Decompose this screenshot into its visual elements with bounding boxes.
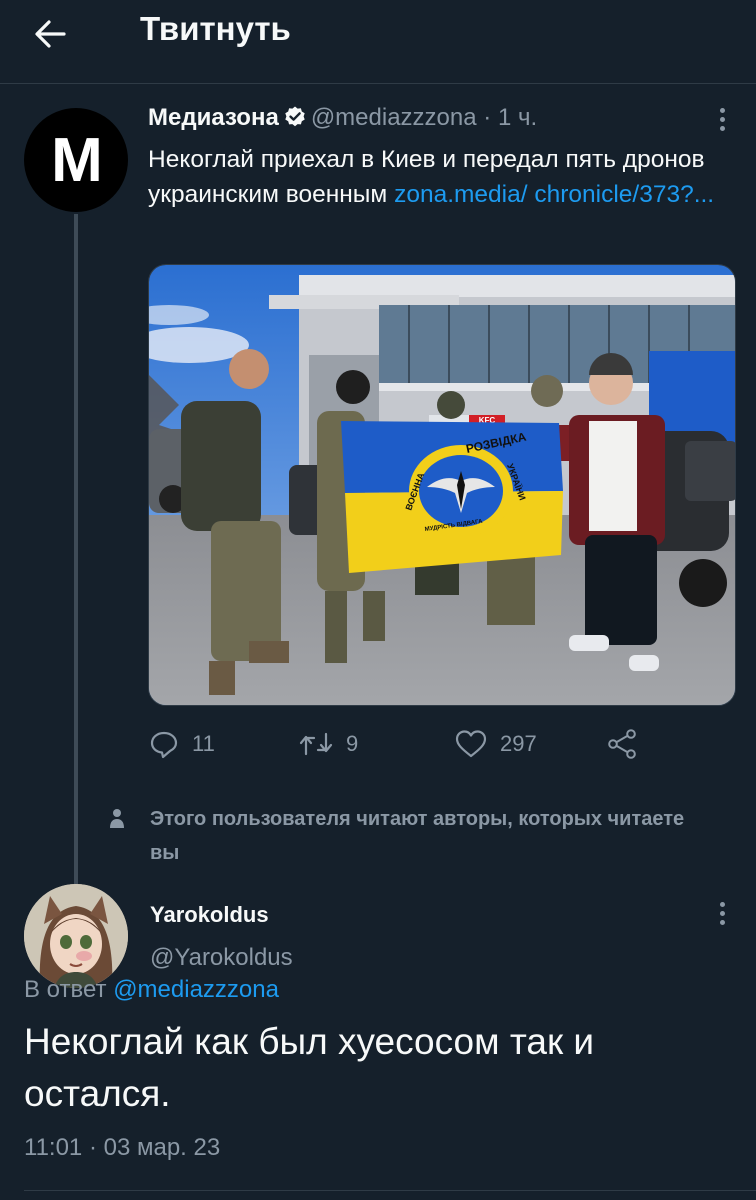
in-reply-to: В ответ @mediazzzona [24, 976, 279, 1004]
reply-author-handle[interactable]: @Yarokoldus [150, 944, 293, 972]
reply-author-name[interactable]: Yarokoldus [150, 902, 269, 928]
retweet-button[interactable]: 9 [298, 726, 358, 762]
reply-tweet-text: Некоглай как был хуесосом так и остался. [24, 1021, 595, 1114]
back-button[interactable] [30, 14, 80, 54]
like-count: 297 [500, 731, 537, 756]
top-bar: Твитнуть [0, 0, 756, 84]
yarokoldus-avatar[interactable] [24, 884, 128, 988]
avatar-letter: M [51, 126, 103, 195]
reply-icon [150, 731, 178, 759]
share-button[interactable] [606, 726, 638, 762]
ukraine-intelligence-flag: РОЗВІДКА ВОЄННА УКРАЇНИ МУДРІСТЬ ВІДВАГА [341, 421, 563, 573]
reply-button[interactable]: 11 [148, 726, 215, 762]
arrow-left-icon [35, 20, 66, 48]
tweet-header: Медиазона @mediazzzona · 1 ч. [148, 104, 537, 136]
separator-dot: · [483, 104, 492, 131]
reply-more-options-icon[interactable] [716, 902, 728, 932]
photo-scene: KFC РОЗВІДКА ВОЄННА УКРАЇНИ МУДРІСТЬ ВІД… [149, 265, 735, 705]
author-handle[interactable]: @mediazzzona [311, 104, 477, 131]
heart-icon [455, 730, 487, 758]
in-reply-handle-link[interactable]: @mediazzzona [113, 976, 279, 1003]
mediazona-avatar[interactable]: M [24, 108, 128, 212]
more-options-icon[interactable] [716, 108, 728, 138]
tweet-time[interactable]: 1 ч. [498, 104, 537, 131]
social-context-text: Этого пользователя читают авторы, которы… [150, 808, 685, 864]
tweet-text: Некоглай приехал в Киев и передал пять д… [148, 142, 738, 212]
retweet-icon [299, 732, 333, 756]
share-icon [608, 729, 636, 759]
tweet-link[interactable]: zona.media/ chronicle/373?... [394, 181, 714, 208]
thread-connector-line [74, 214, 78, 886]
anime-avatar-image [24, 884, 128, 988]
person-icon [110, 809, 124, 828]
in-reply-prefix: В ответ [24, 976, 114, 1003]
reply-count: 11 [192, 731, 215, 756]
tweet-photo[interactable]: KFC РОЗВІДКА ВОЄННА УКРАЇНИ МУДРІСТЬ ВІД… [148, 264, 736, 706]
author-name[interactable]: Медиазона [148, 104, 279, 131]
retweet-count: 9 [346, 731, 359, 756]
verified-badge-icon [285, 106, 305, 127]
like-button[interactable]: 297 [454, 726, 537, 762]
page-title: Твитнуть [140, 10, 291, 47]
reply-timestamp[interactable]: 11:01 · 03 мар. 23 [24, 1134, 220, 1162]
divider [24, 1190, 756, 1191]
